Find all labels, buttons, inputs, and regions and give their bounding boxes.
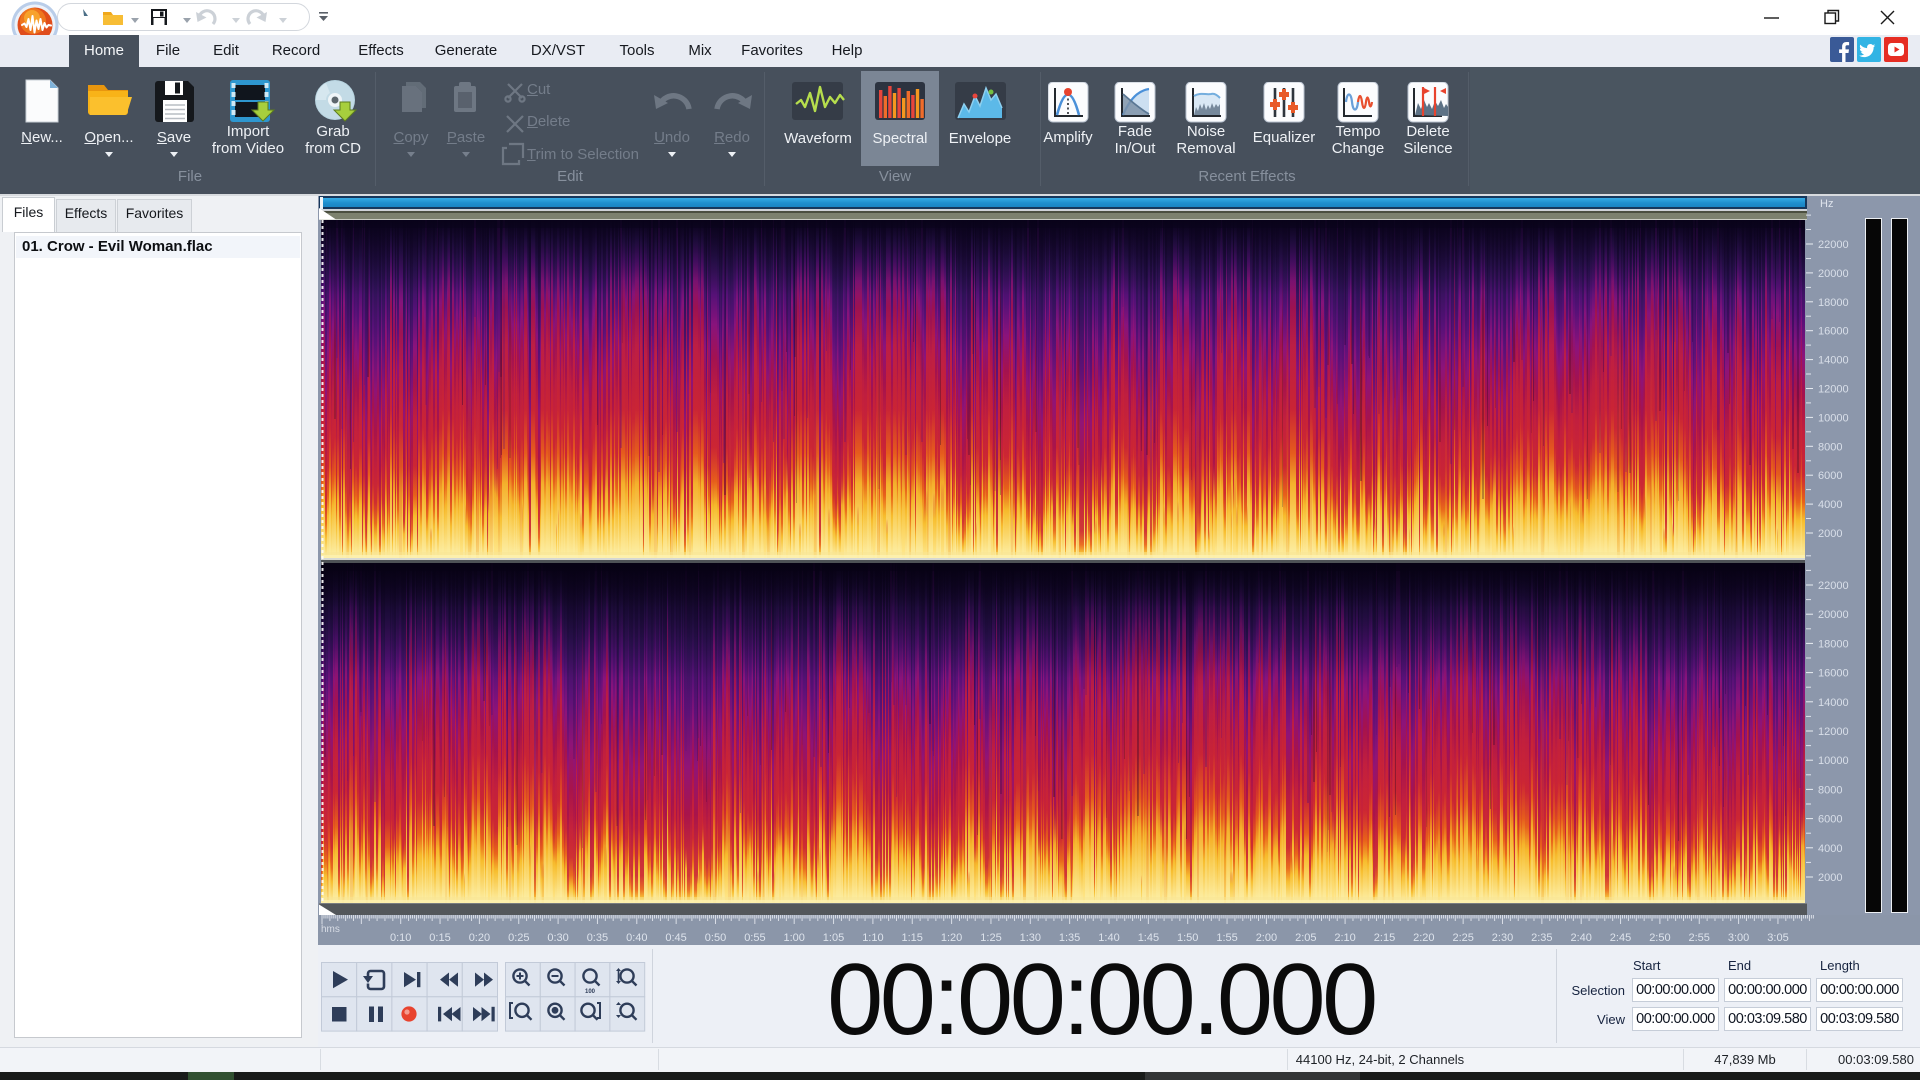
svg-text:2:40: 2:40 <box>1570 932 1591 944</box>
svg-text:2:35: 2:35 <box>1531 932 1552 944</box>
svg-text:1:45: 1:45 <box>1138 932 1159 944</box>
svg-text:0:10: 0:10 <box>390 932 411 944</box>
svg-text:8000: 8000 <box>1818 784 1842 796</box>
svg-text:0:15: 0:15 <box>429 932 450 944</box>
svg-text:1:05: 1:05 <box>823 932 844 944</box>
svg-text:1:40: 1:40 <box>1098 932 1119 944</box>
svg-text:2000: 2000 <box>1818 528 1842 540</box>
svg-text:2:15: 2:15 <box>1374 932 1395 944</box>
svg-text:2:25: 2:25 <box>1452 932 1473 944</box>
svg-text:1:35: 1:35 <box>1059 932 1080 944</box>
svg-text:12000: 12000 <box>1818 726 1849 738</box>
svg-text:22000: 22000 <box>1818 580 1849 592</box>
svg-text:0:40: 0:40 <box>626 932 647 944</box>
svg-text:Hz: Hz <box>1820 198 1833 210</box>
svg-text:8000: 8000 <box>1818 441 1842 453</box>
svg-text:1:10: 1:10 <box>862 932 883 944</box>
svg-text:1:15: 1:15 <box>901 932 922 944</box>
svg-text:22000: 22000 <box>1818 239 1849 251</box>
svg-text:2:30: 2:30 <box>1492 932 1513 944</box>
svg-text:0:30: 0:30 <box>547 932 568 944</box>
svg-text:3:00: 3:00 <box>1728 932 1749 944</box>
svg-text:12000: 12000 <box>1818 384 1849 396</box>
svg-text:2:55: 2:55 <box>1688 932 1709 944</box>
svg-text:1:50: 1:50 <box>1177 932 1198 944</box>
svg-text:1:30: 1:30 <box>1020 932 1041 944</box>
svg-text:3:05: 3:05 <box>1767 932 1788 944</box>
svg-text:2:50: 2:50 <box>1649 932 1670 944</box>
svg-text:0:25: 0:25 <box>508 932 529 944</box>
svg-text:14000: 14000 <box>1818 697 1849 709</box>
svg-text:0:50: 0:50 <box>705 932 726 944</box>
svg-text:0:20: 0:20 <box>469 932 490 944</box>
svg-text:1:55: 1:55 <box>1216 932 1237 944</box>
svg-text:10000: 10000 <box>1818 755 1849 767</box>
svg-text:20000: 20000 <box>1818 609 1849 621</box>
svg-text:2000: 2000 <box>1818 872 1842 884</box>
svg-text:18000: 18000 <box>1818 638 1849 650</box>
svg-text:0:45: 0:45 <box>665 932 686 944</box>
svg-text:1:00: 1:00 <box>783 932 804 944</box>
svg-text:1:25: 1:25 <box>980 932 1001 944</box>
svg-text:2:05: 2:05 <box>1295 932 1316 944</box>
svg-text:6000: 6000 <box>1818 814 1842 826</box>
svg-text:100: 100 <box>585 989 596 995</box>
svg-text:16000: 16000 <box>1818 326 1849 338</box>
svg-text:2:00: 2:00 <box>1256 932 1277 944</box>
svg-text:4000: 4000 <box>1818 843 1842 855</box>
svg-text:16000: 16000 <box>1818 668 1849 680</box>
svg-text:18000: 18000 <box>1818 297 1849 309</box>
svg-text:0:35: 0:35 <box>587 932 608 944</box>
svg-text:10000: 10000 <box>1818 412 1849 424</box>
svg-text:6000: 6000 <box>1818 470 1842 482</box>
svg-text:0:55: 0:55 <box>744 932 765 944</box>
svg-text:14000: 14000 <box>1818 355 1849 367</box>
svg-text:2:10: 2:10 <box>1334 932 1355 944</box>
svg-text:2:20: 2:20 <box>1413 932 1434 944</box>
svg-text:2:45: 2:45 <box>1610 932 1631 944</box>
svg-text:1:20: 1:20 <box>941 932 962 944</box>
svg-text:4000: 4000 <box>1818 499 1842 511</box>
svg-text:hms: hms <box>321 924 340 935</box>
svg-text:20000: 20000 <box>1818 268 1849 280</box>
